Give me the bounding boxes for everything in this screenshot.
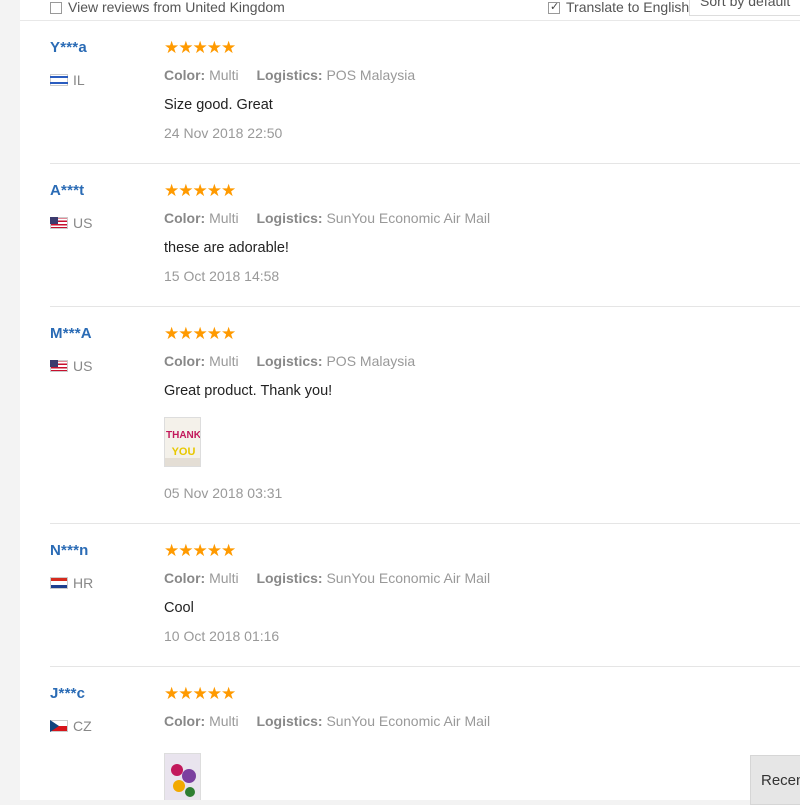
photo-text-2: YOU [172,446,196,458]
color-value: Multi [209,570,239,586]
review-date: 24 Nov 2018 22:50 [164,125,283,141]
review-text: Size good. Great [164,97,273,113]
review-photo-thumbnail[interactable]: THANK YOU [164,417,201,467]
reviewer-country: US [50,214,92,232]
star-rating: ★★★★★ [164,38,236,57]
logistics-value: SunYou Economic Air Mail [326,570,491,586]
color-value: Multi [209,353,239,369]
logistics-key: Logistics: [256,353,323,369]
review-item: Y***a IL ★★★★★ Color: Multi Logistics: P… [50,21,800,164]
logistics-key: Logistics: [256,67,323,83]
logistics-key: Logistics: [256,713,323,729]
color-key: Color: [164,353,206,369]
reviewer-name[interactable]: Y***a [50,39,87,56]
reviewer-country: US [50,357,92,375]
reviews-panel: View reviews from United Kingdom Transla… [20,0,800,800]
review-date: 10 Oct 2018 01:16 [164,628,280,644]
logistics-value: POS Malaysia [326,67,416,83]
color-key: Color: [164,713,206,729]
country-code: US [73,358,93,374]
view-reviews-checkbox[interactable] [50,2,62,14]
translate-checkbox[interactable] [548,0,560,14]
croatia-flag-icon [50,577,68,589]
color-value: Multi [209,713,239,729]
review-meta: Color: Multi Logistics: SunYou Economic … [164,713,490,729]
country-code: CZ [73,718,92,734]
review-text: these are adorable! [164,240,289,256]
reviewer-country: IL [50,71,85,89]
color-key: Color: [164,570,206,586]
recent-button[interactable]: Recent [750,755,800,805]
review-item: A***t US ★★★★★ Color: Multi Logistics: S… [50,164,800,307]
country-code: HR [73,575,94,591]
review-date: 15 Oct 2018 14:58 [164,268,280,284]
review-meta: Color: Multi Logistics: POS Malaysia [164,353,415,369]
view-reviews-label[interactable]: View reviews from United Kingdom [68,0,285,15]
reviewer-name[interactable]: J***c [50,685,85,702]
review-photo-thumbnail[interactable] [164,753,201,800]
logistics-value: SunYou Economic Air Mail [326,210,491,226]
reviewer-country: HR [50,574,93,592]
review-meta: Color: Multi Logistics: POS Malaysia [164,67,415,83]
photo-text-1: THANK [166,430,201,441]
review-meta: Color: Multi Logistics: SunYou Economic … [164,570,490,586]
logistics-key: Logistics: [256,210,323,226]
sort-select[interactable]: Sort by default [689,0,800,16]
logistics-key: Logistics: [256,570,323,586]
usa-flag-icon [50,217,68,229]
reviewer-name[interactable]: M***A [50,325,92,342]
czech-flag-icon [50,720,68,732]
country-code: IL [73,72,85,88]
color-value: Multi [209,210,239,226]
review-text: Cool [164,600,194,616]
country-code: US [73,215,93,231]
color-key: Color: [164,67,206,83]
review-item: M***A US ★★★★★ Color: Multi Logistics: P… [50,307,800,524]
review-item: N***n HR ★★★★★ Color: Multi Logistics: S… [50,524,800,667]
star-rating: ★★★★★ [164,684,236,703]
star-rating: ★★★★★ [164,181,236,200]
translate-label[interactable]: Translate to English [566,0,689,15]
logistics-value: POS Malaysia [326,353,416,369]
reviewer-name[interactable]: A***t [50,182,84,199]
product-photo [165,754,200,800]
star-rating: ★★★★★ [164,324,236,343]
review-item: J***c CZ ★★★★★ Color: Multi Logistics: S… [50,667,800,800]
review-date: 05 Nov 2018 03:31 [164,485,283,501]
reviewer-country: CZ [50,717,92,735]
review-meta: Color: Multi Logistics: SunYou Economic … [164,210,490,226]
usa-flag-icon [50,360,68,372]
israel-flag-icon [50,74,68,86]
reviewer-name[interactable]: N***n [50,542,89,559]
color-value: Multi [209,67,239,83]
color-key: Color: [164,210,206,226]
review-text: Great product. Thank you! [164,383,333,399]
star-rating: ★★★★★ [164,541,236,560]
review-filter-bar: View reviews from United Kingdom Transla… [20,0,800,21]
thank-you-photo: THANK YOU [165,418,201,466]
logistics-value: SunYou Economic Air Mail [326,713,491,729]
